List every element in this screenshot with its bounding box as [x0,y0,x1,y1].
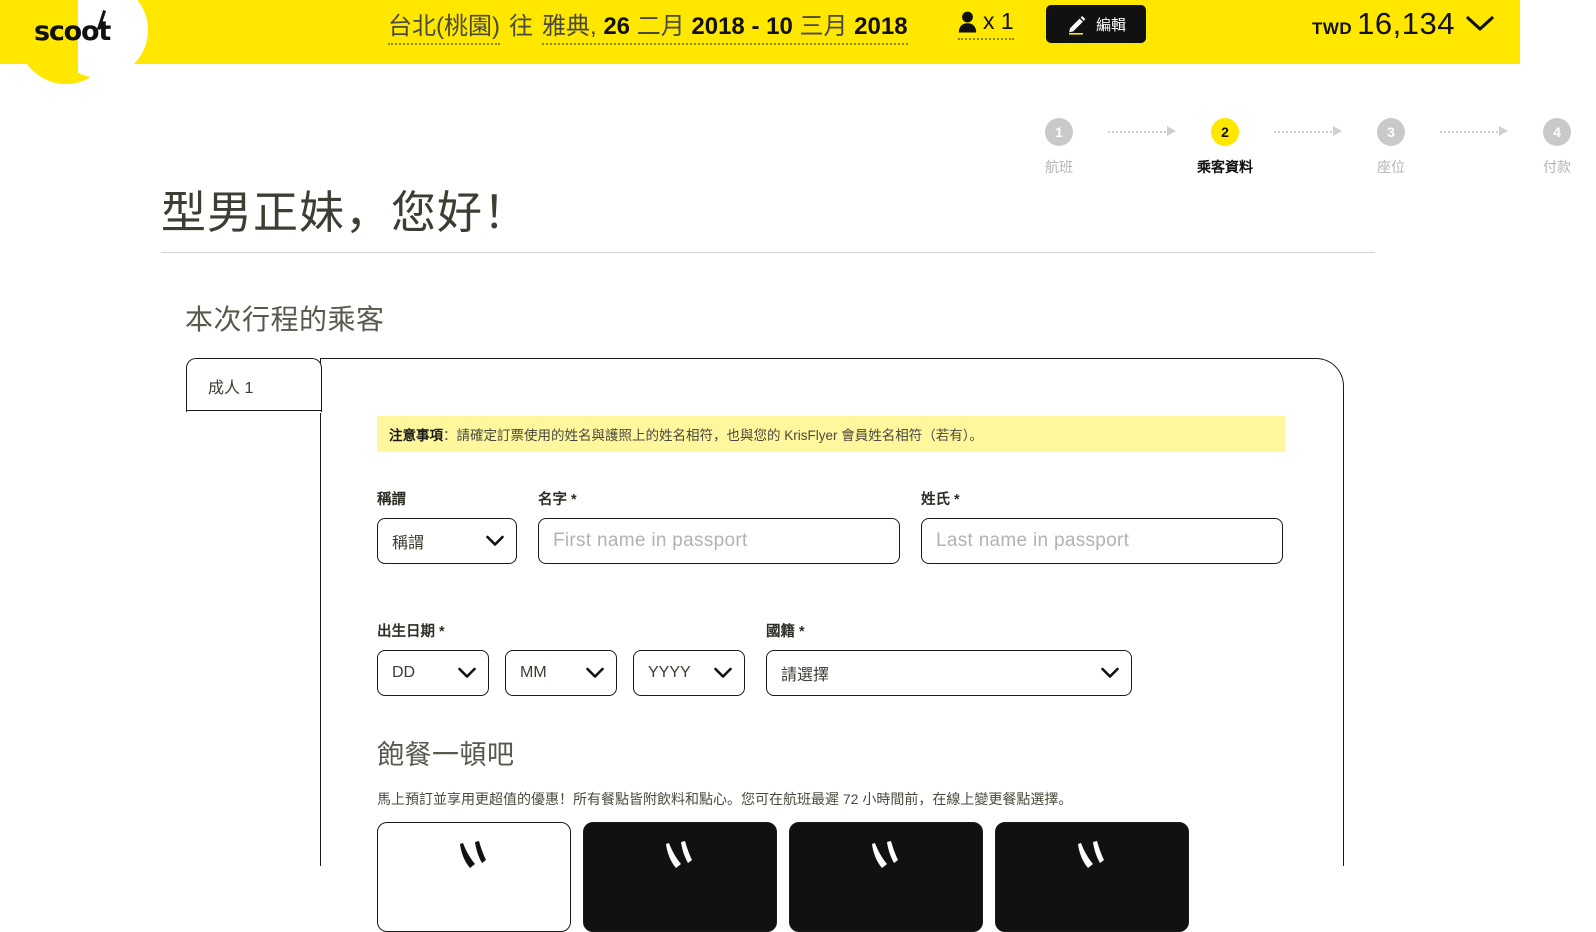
title-divider [161,252,1375,253]
top-header-bar: scoot 台北(桃園) 往 雅典, 26 二月 2018 - 10 三月 20… [0,0,1520,84]
meal-icon [1078,841,1104,868]
dob-month-select[interactable]: MM [505,650,617,696]
tab-adult-1-label: 成人 1 [208,379,254,397]
step-number-badge: 4 [1543,118,1571,146]
tab-bottom-edge [186,410,322,411]
title-select-value: 稱謂 [392,535,425,552]
meal-icon [872,841,898,868]
nationality-label: 國籍 * [766,624,805,640]
meal-section-heading: 飽餐一頓吧 [377,740,515,770]
name-row: 稱謂 稱謂 名字 * First name in passport 姓氏 * L… [377,488,1283,564]
meal-icon [460,841,486,868]
chevron-down-icon [458,667,476,678]
passport-name-notice: 注意事項：請確定訂票使用的姓名與護照上的姓名相符，也與您的 KrisFlyer … [377,416,1285,452]
nationality-field-group: 國籍 * 請選擇 [766,620,1132,696]
step-connector-arrow [1108,126,1176,136]
first-name-label: 名字 * [538,492,577,508]
step-label: 乘客資料 [1197,159,1253,175]
meal-icon [666,841,692,868]
return-year: 2018 [854,13,908,40]
meal-card[interactable] [789,822,983,932]
step-connector-arrow [1440,126,1508,136]
total-price-summary[interactable]: TWD 16,134 [1312,6,1494,42]
step-seats[interactable]: 3 座位 [1342,118,1440,177]
first-name-input[interactable]: First name in passport [538,518,900,564]
tab-adult-1[interactable]: 成人 1 [186,358,322,412]
dob-day-select[interactable]: DD [377,650,489,696]
title-label: 稱謂 [377,492,406,508]
booking-progress-steps: 1 航班 2 乘客資料 3 座位 4 付款 [1010,118,1596,177]
dob-year-value: YYYY [648,664,691,681]
dob-field-group: 出生日期 * DD MM YYYY [377,620,745,696]
page-title: 型男正妹，您好！ [161,187,530,238]
dob-month-value: MM [520,664,547,681]
return-day: 10 [766,13,793,40]
depart-year: 2018 [691,13,745,40]
step-flights[interactable]: 1 航班 [1010,118,1108,177]
dob-day-value: DD [392,664,416,681]
itinerary-summary[interactable]: 台北(桃園) 往 雅典, 26 二月 2018 - 10 三月 2018 [388,6,908,45]
route-direction-label: 往 [508,13,533,40]
chevron-down-icon [486,535,504,546]
nationality-select[interactable]: 請選擇 [766,650,1132,696]
meal-card[interactable] [377,822,571,932]
passenger-count-label: x 1 [983,8,1014,34]
return-month: 三月 [799,13,848,40]
passenger-details-form: 稱謂 稱謂 名字 * First name in passport 姓氏 * L… [377,488,1283,696]
chevron-down-icon [714,667,732,678]
edit-booking-label: 編輯 [1095,16,1126,34]
step-number-badge: 1 [1045,118,1073,146]
route-destination: 雅典, [541,13,597,40]
title-select[interactable]: 稱謂 [377,518,517,564]
dob-nationality-row: 出生日期 * DD MM YYYY 國籍 * 請選擇 [377,620,1283,696]
scoot-logo[interactable]: scoot [18,0,148,84]
person-icon [958,11,977,32]
first-name-field-group: 名字 * First name in passport [538,488,900,564]
total-amount: 16,134 [1357,6,1455,41]
depart-month: 二月 [636,13,685,40]
date-range-dash: - [751,13,760,40]
chevron-down-icon [1101,667,1119,678]
pencil-icon [1068,16,1086,35]
dob-year-select[interactable]: YYYY [633,650,745,696]
passenger-count[interactable]: x 1 [958,8,1014,40]
step-number-badge: 2 [1211,118,1239,146]
route-origin[interactable]: 台北(桃園) [388,6,500,45]
first-name-placeholder: First name in passport [553,530,748,551]
section-heading-passengers: 本次行程的乘客 [185,304,385,335]
step-label: 航班 [1045,159,1073,175]
edit-booking-button[interactable]: 編輯 [1046,5,1146,43]
last-name-label: 姓氏 * [921,492,960,508]
dob-selects: DD MM YYYY [377,650,745,696]
last-name-field-group: 姓氏 * Last name in passport [921,488,1283,564]
chevron-down-icon [586,667,604,678]
meal-section-description: 馬上預訂並享用更超值的優惠！所有餐點皆附飲料和點心。您可在航班最遲 72 小時間… [377,791,1073,807]
title-field-group: 稱謂 稱謂 [377,488,517,564]
step-label: 付款 [1543,159,1571,175]
last-name-placeholder: Last name in passport [936,530,1130,551]
route-destination-and-dates[interactable]: 雅典, 26 二月 2018 - 10 三月 2018 [541,6,908,45]
meal-options-list [377,822,1189,932]
meal-card[interactable] [583,822,777,932]
chevron-down-icon[interactable] [1466,15,1494,33]
nationality-value: 請選擇 [781,667,830,684]
meal-card[interactable] [995,822,1189,932]
step-number-badge: 3 [1377,118,1405,146]
last-name-input[interactable]: Last name in passport [921,518,1283,564]
step-connector-arrow [1274,126,1342,136]
depart-day: 26 [603,13,631,40]
notice-prefix: 注意事項 [389,428,443,443]
currency-code: TWD [1311,19,1353,38]
notice-text: ：請確定訂票使用的姓名與護照上的姓名相符，也與您的 KrisFlyer 會員姓名… [443,428,983,443]
dob-label: 出生日期 * [377,624,445,640]
step-label: 座位 [1377,159,1405,175]
step-payment[interactable]: 4 付款 [1508,118,1596,177]
step-passenger-details[interactable]: 2 乘客資料 [1176,118,1274,177]
